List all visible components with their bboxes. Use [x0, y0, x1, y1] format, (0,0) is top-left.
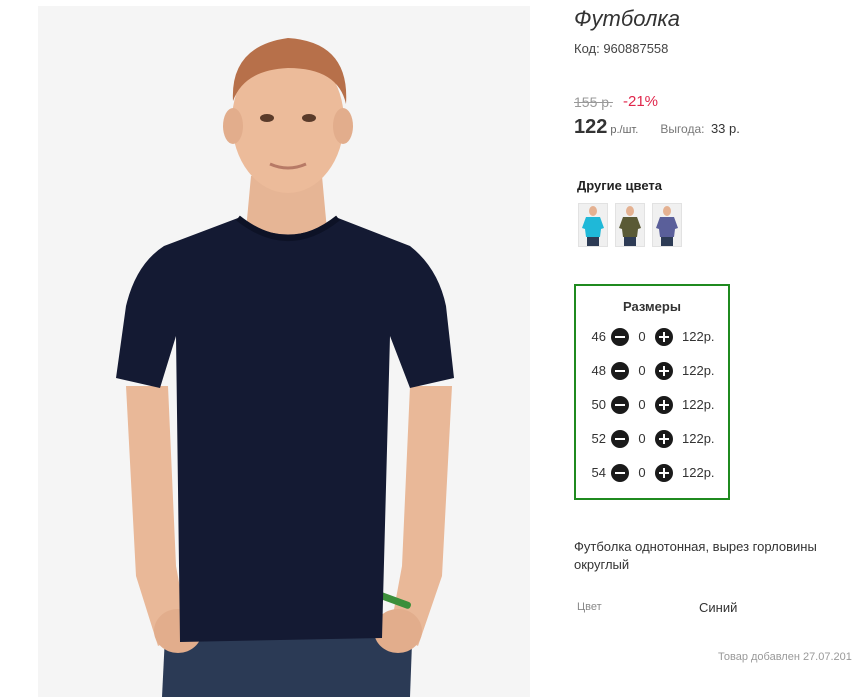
quantity-value: 0: [638, 431, 646, 446]
minus-icon: [615, 404, 625, 406]
size-row: 52 0 122р.: [576, 429, 728, 449]
minus-icon: [615, 472, 625, 474]
minus-icon: [615, 370, 625, 372]
benefit-value: 33 р.: [710, 121, 740, 136]
old-price: 155 р.: [574, 94, 613, 110]
plus-icon-vertical: [663, 468, 665, 478]
current-price: 122: [574, 116, 608, 138]
sizes-heading: Размеры: [623, 299, 681, 314]
benefit-label: Выгода:: [660, 122, 705, 136]
decrease-quantity-button[interactable]: [611, 328, 629, 346]
product-photo[interactable]: [38, 6, 530, 697]
decrease-quantity-button[interactable]: [611, 464, 629, 482]
increase-quantity-button[interactable]: [655, 328, 673, 346]
increase-quantity-button[interactable]: [655, 396, 673, 414]
increase-quantity-button[interactable]: [655, 430, 673, 448]
color-swatch-violet[interactable]: [652, 203, 682, 247]
size-value: 48: [591, 363, 606, 378]
tshirt-thumbnail-icon: [582, 206, 604, 246]
quantity-value: 0: [638, 397, 646, 412]
product-code: Код: 960887558: [574, 41, 669, 56]
product-description: Футболка однотонная, вырез горловины окр…: [574, 539, 817, 572]
color-swatch-cyan[interactable]: [578, 203, 608, 247]
size-price: 122р.: [682, 431, 715, 446]
color-attribute-value: Синий: [699, 600, 738, 615]
size-row: 48 0 122р.: [576, 361, 728, 381]
plus-icon-vertical: [663, 332, 665, 342]
size-value: 52: [591, 431, 606, 446]
increase-quantity-button[interactable]: [655, 362, 673, 380]
plus-icon-vertical: [663, 434, 665, 444]
size-price: 122р.: [682, 397, 715, 412]
minus-icon: [615, 438, 625, 440]
product-title: Футболка: [574, 6, 680, 31]
plus-icon-vertical: [663, 400, 665, 410]
date-added: Товар добавлен 27.07.201: [718, 651, 852, 663]
color-attribute-label: Цвет: [577, 601, 602, 613]
decrease-quantity-button[interactable]: [611, 396, 629, 414]
discount-badge: -21%: [623, 93, 659, 110]
other-colors-list: [578, 203, 682, 247]
plus-icon-vertical: [663, 366, 665, 376]
decrease-quantity-button[interactable]: [611, 362, 629, 380]
other-colors-heading: Другие цвета: [577, 178, 662, 193]
size-price: 122р.: [682, 363, 715, 378]
quantity-value: 0: [638, 363, 646, 378]
size-value: 50: [591, 397, 606, 412]
tshirt-thumbnail-icon: [656, 206, 678, 246]
decrease-quantity-button[interactable]: [611, 430, 629, 448]
size-value: 46: [591, 329, 606, 344]
quantity-value: 0: [638, 465, 646, 480]
color-swatch-olive[interactable]: [615, 203, 645, 247]
minus-icon: [615, 336, 625, 338]
size-row: 50 0 122р.: [576, 395, 728, 415]
sizes-panel: Размеры 46 0 122р. 48 0 122р. 50 0 122р.…: [574, 284, 730, 500]
size-price: 122р.: [682, 465, 715, 480]
price-unit: р./шт.: [610, 124, 639, 136]
size-row: 54 0 122р.: [576, 463, 728, 483]
size-row: 46 0 122р.: [576, 327, 728, 347]
tshirt-thumbnail-icon: [619, 206, 641, 246]
price-row: 122 р./шт. Выгода: 33 р.: [574, 116, 740, 139]
man-in-navy-tshirt-photo-icon: [38, 6, 530, 697]
quantity-value: 0: [638, 329, 646, 344]
size-price: 122р.: [682, 329, 715, 344]
size-value: 54: [591, 465, 606, 480]
increase-quantity-button[interactable]: [655, 464, 673, 482]
